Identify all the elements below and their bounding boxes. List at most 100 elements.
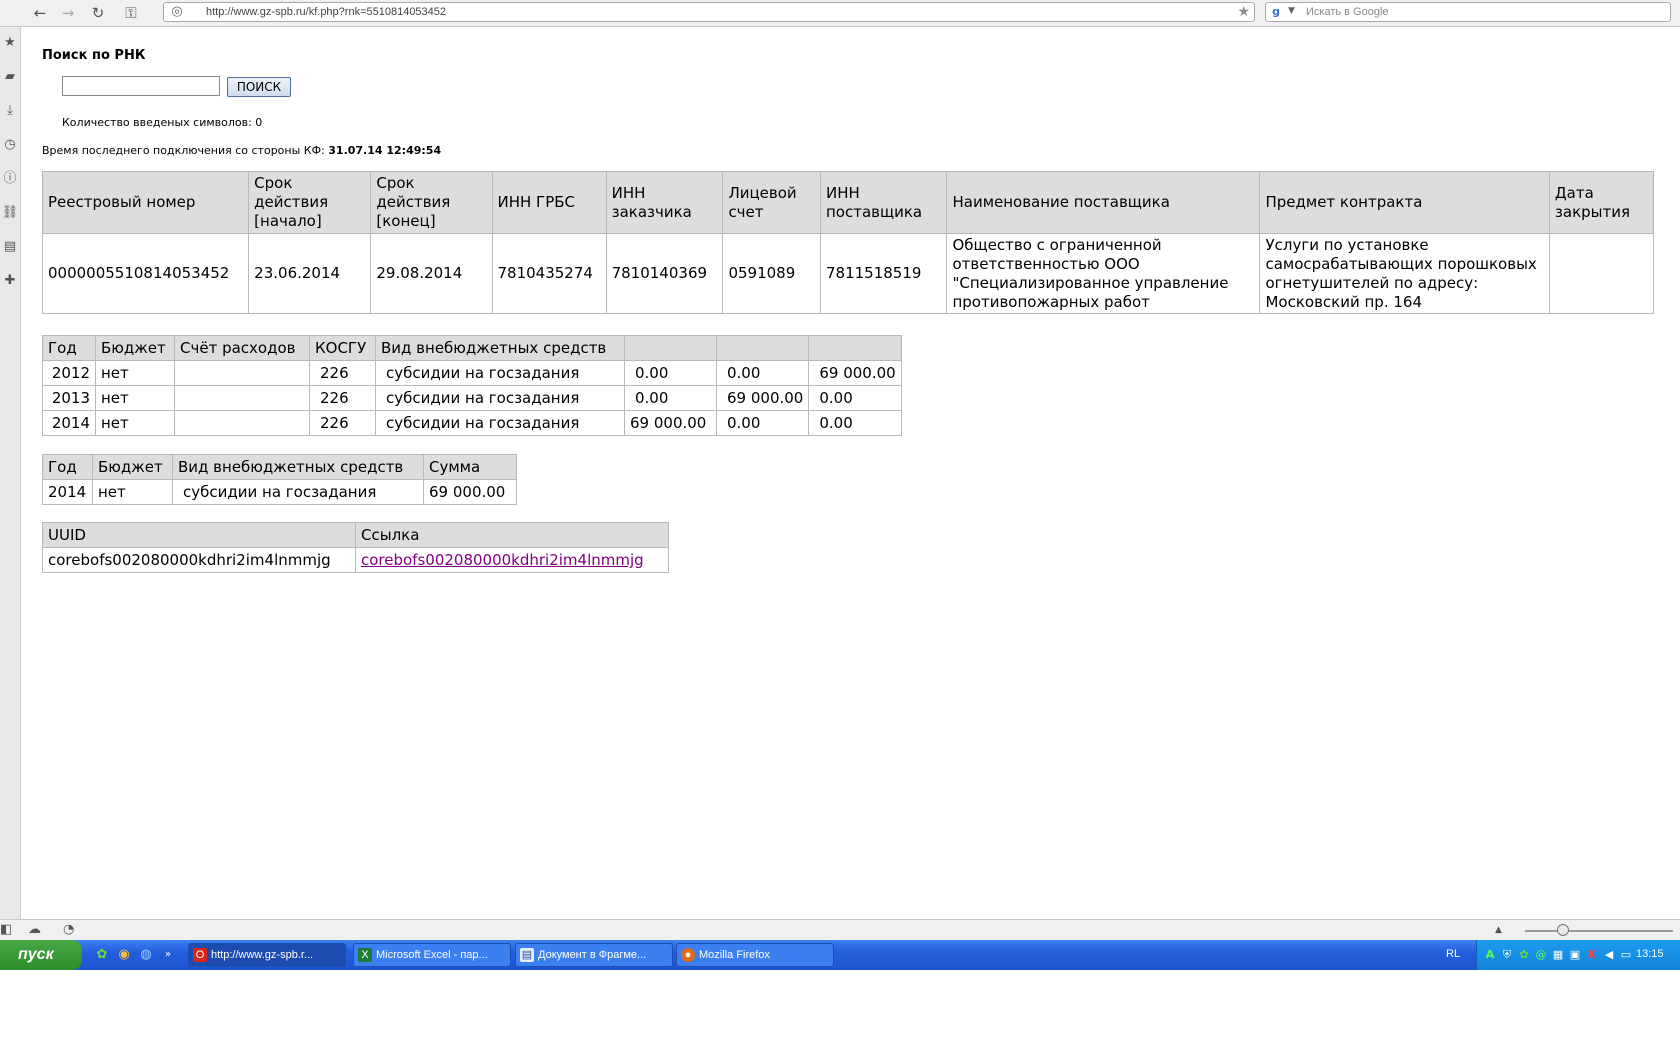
speed-dial-icon[interactable]: ◔ [63, 921, 74, 939]
table-header-row: Год Бюджет Счёт расходов КОСГУ Вид внебю… [42, 335, 902, 361]
cell-inn-grbs: 7810435274 [491, 233, 607, 314]
cell-amount: 0.00 [808, 385, 902, 411]
task-label: Mozilla Firefox [699, 949, 770, 961]
history-clock-icon[interactable]: ◷ [0, 136, 20, 154]
col-header: Сумма [423, 454, 517, 480]
google-icon[interactable]: g [1269, 5, 1283, 19]
table-header-row: Реестровый номер Срок действия [начало] … [41, 171, 1655, 234]
rnk-search-input[interactable] [62, 76, 220, 96]
cell-sum: 69 000.00 [423, 479, 517, 505]
clock[interactable]: 13:15 [1636, 948, 1664, 960]
taskbar-task-firefox[interactable]: ● Mozilla Firefox [676, 943, 834, 967]
task-label: Документ в Фрагме... [538, 949, 647, 961]
taskbar-task-opera[interactable]: O http://www.gz-spb.r... [188, 943, 346, 967]
col-header: Бюджет [92, 454, 173, 480]
dropdown-arrow-icon[interactable]: ▼ [1288, 6, 1295, 16]
col-header: ИНН ГРБС [491, 171, 607, 234]
tray-monitor-icon[interactable]: ▭ [1619, 948, 1633, 962]
cloud-icon[interactable]: ☁ [28, 921, 41, 939]
tray-shield-icon[interactable]: ⛨ [1500, 948, 1514, 962]
notes-icon[interactable]: ▰ [0, 68, 20, 86]
col-header: ИНН поставщика [819, 171, 948, 234]
cell-contract-subject: Услуги по установке самосрабатывающих по… [1259, 233, 1550, 314]
search-bar[interactable]: g ▼ Искать в Google [1265, 2, 1671, 22]
icq-flower-icon[interactable]: ✿ [94, 947, 110, 963]
cell-budget: нет [95, 385, 175, 411]
col-header [624, 335, 717, 361]
cell-kosgu: 226 [309, 410, 376, 436]
search-button[interactable]: ПОИСК [227, 77, 291, 97]
chrome-icon[interactable]: ◉ [116, 947, 132, 963]
last-connection-value: 31.07.14 12:49:54 [328, 144, 442, 157]
cell-amount: 0.00 [808, 410, 902, 436]
cell-budget: нет [95, 410, 175, 436]
col-header: Лицевой счет [722, 171, 821, 234]
info-icon[interactable]: ⓘ [0, 170, 20, 188]
col-header: Срок действия [конец] [370, 171, 493, 234]
downloads-icon[interactable]: ⤓ [0, 102, 20, 120]
table-header-row: UUID Ссылка [42, 522, 669, 548]
browser-toolbar: ← → ↻ ⚿ ◎ http://www.gz-spb.ru/kf.php?rn… [0, 0, 1680, 27]
panel-toggle-icon[interactable]: ◧ [0, 921, 12, 939]
col-header: Вид внебюджетных средств [375, 335, 625, 361]
browser-icon[interactable]: ◍ [138, 947, 154, 963]
cell-funds-type: субсидии на госзадания [172, 479, 424, 505]
table-row: 2012 нет 226 субсидии на госзадания 0.00… [42, 360, 902, 386]
page-title: Поиск по РНК [42, 48, 146, 63]
col-header: Дата закрытия [1548, 171, 1655, 234]
col-header: Срок действия [начало] [248, 171, 372, 234]
cell-budget: нет [95, 360, 175, 386]
cell-expense-account [174, 385, 310, 411]
back-arrow-icon[interactable]: ← [30, 3, 50, 23]
cell-funds-type: субсидии на госзадания [375, 360, 625, 386]
cell-link: corebofs002080000kdhri2im4lnmmjg [355, 547, 669, 573]
bookmarks-star-icon[interactable]: ★ [0, 34, 20, 52]
browser-sidebar: ★ ▰ ⤓ ◷ ⓘ ⛓ ▤ ✚ [0, 27, 21, 919]
tray-kaspersky-icon[interactable]: K [1585, 948, 1599, 962]
contract-table: Реестровый номер Срок действия [начало] … [41, 171, 1655, 314]
zoom-slider-handle[interactable] [1557, 924, 1569, 936]
table-row: corebofs002080000kdhri2im4lnmmjg corebof… [42, 547, 669, 573]
col-header: Счёт расходов [174, 335, 310, 361]
key-icon[interactable]: ⚿ [118, 3, 144, 23]
col-header: Реестровый номер [41, 171, 250, 234]
tray-display-icon[interactable]: ▦ [1551, 948, 1565, 962]
cell-budget: нет [92, 479, 173, 505]
col-header [808, 335, 902, 361]
start-button[interactable]: пуск [0, 940, 82, 970]
tray-a-icon[interactable]: A [1483, 948, 1497, 962]
add-panel-icon[interactable]: ✚ [0, 272, 20, 290]
scroll-up-icon[interactable]: ▲ [1495, 921, 1502, 939]
cell-amount: 0.00 [715, 410, 810, 436]
opera-icon: O [193, 948, 207, 962]
panel-icon[interactable]: ▤ [0, 238, 20, 256]
bookmark-star-icon[interactable]: ★ [1237, 3, 1250, 21]
tray-network-icon[interactable]: ▣ [1568, 948, 1582, 962]
more-chevron-icon[interactable]: » [160, 947, 176, 963]
site-info-icon[interactable]: ◎ [168, 3, 186, 21]
windows-taskbar: пуск ✿ ◉ ◍ » O http://www.gz-spb.r... X … [0, 940, 1680, 970]
taskbar-task-document[interactable]: ▤ Документ в Фрагме... [515, 943, 673, 967]
cell-funds-type: субсидии на госзадания [375, 385, 625, 411]
reload-icon[interactable]: ↻ [88, 3, 108, 23]
col-header: Ссылка [355, 522, 669, 548]
tray-at-icon[interactable]: @ [1534, 948, 1548, 962]
browser-statusbar: ◧ ☁ ◔ ▲ [0, 919, 1680, 940]
forward-arrow-icon[interactable]: → [58, 3, 78, 23]
cell-year: 2014 [42, 410, 96, 436]
page-content: Поиск по РНК ПОИСК Количество введеных с… [22, 28, 1680, 918]
cell-expense-account [174, 410, 310, 436]
cell-amount: 0.00 [715, 360, 810, 386]
table-row: 2014 нет 226 субсидии на госзадания 69 0… [42, 410, 902, 436]
links-icon[interactable]: ⛓ [0, 204, 20, 222]
budget-table: Год Бюджет Счёт расходов КОСГУ Вид внебю… [42, 335, 902, 436]
language-indicator[interactable]: RL [1446, 948, 1460, 960]
address-bar[interactable]: ◎ http://www.gz-spb.ru/kf.php?rnk=551081… [163, 2, 1255, 22]
tray-icq-icon[interactable]: ✿ [1517, 948, 1531, 962]
taskbar-task-excel[interactable]: X Microsoft Excel - пар... [353, 943, 511, 967]
uuid-link[interactable]: corebofs002080000kdhri2im4lnmmjg [361, 551, 644, 569]
table-row: 0000005510814053452 23.06.2014 29.08.201… [41, 233, 1655, 314]
cell-amount: 69 000.00 [808, 360, 902, 386]
zoom-slider-track[interactable] [1525, 930, 1673, 932]
tray-volume-icon[interactable]: ◀ [1602, 948, 1616, 962]
